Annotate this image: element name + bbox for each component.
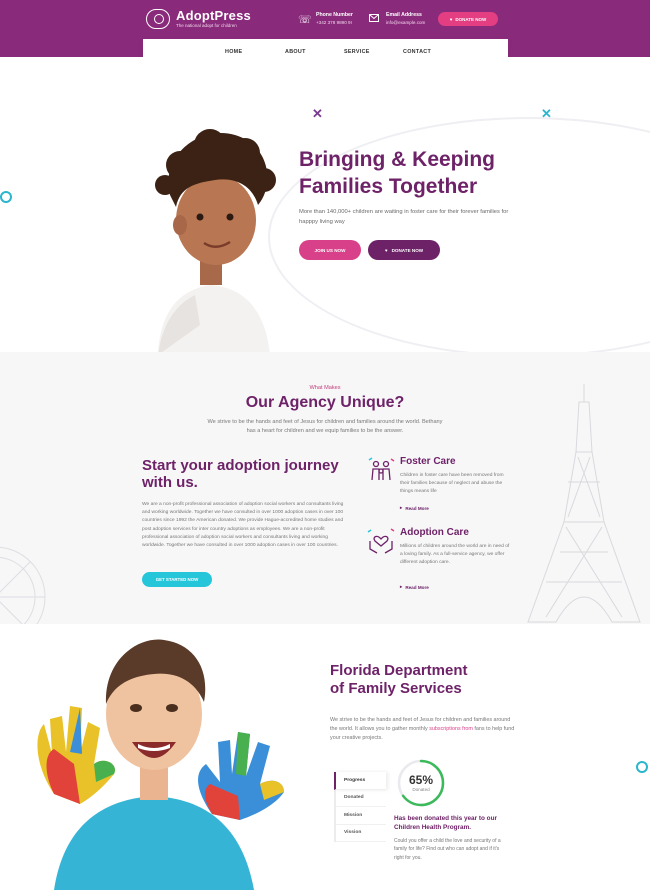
- family-icon: [368, 457, 395, 481]
- cross-decoration-icon: ✕: [541, 106, 552, 121]
- section-title: Our Agency Unique?: [245, 394, 405, 411]
- section-subtitle: We strive to be the hands and feet of Je…: [207, 419, 443, 434]
- eiffel-tower-illustration: [527, 384, 641, 623]
- nav-contact[interactable]: CONTACT: [403, 49, 431, 55]
- ring-decoration-icon: [0, 191, 12, 203]
- play-arrow-icon: ▸: [400, 584, 403, 589]
- florida-title: Florida Department of Family Services: [330, 662, 530, 698]
- progress-value: 65%: [408, 773, 434, 787]
- get-started-button[interactable]: GET STARTED NOW: [142, 572, 212, 587]
- section-eyebrow: What Makes: [309, 385, 341, 391]
- hero-donate-button[interactable]: ♥ DONATE NOW: [368, 240, 440, 260]
- cross-decoration-icon: ✕: [312, 106, 323, 121]
- play-arrow-icon: ▸: [400, 505, 403, 510]
- read-more-label: Read More: [405, 505, 429, 511]
- agency-unique-section: What Makes Our Agency Unique? We strive …: [0, 352, 650, 624]
- tab-mission[interactable]: Mission: [336, 807, 386, 825]
- heart-icon: ♥: [384, 247, 388, 253]
- hero-title: Bringing & Keeping Families Together: [299, 146, 559, 200]
- hero-title-line2: Families Together: [299, 175, 478, 198]
- hero-description: More than 140,000+ children are waiting …: [299, 209, 509, 225]
- donate-now-button[interactable]: ♥ DONATE NOW: [438, 12, 498, 26]
- email-label: Email Address: [386, 12, 422, 18]
- info-tabs: Progress Donated Mission Vission: [334, 772, 386, 842]
- ring-decoration-icon: [636, 761, 648, 773]
- email-value: info@example.com: [386, 20, 426, 25]
- feature-foster-care: Foster Care Children in foster care have…: [362, 456, 512, 516]
- hero-section: ✕ ✕ Bringing & Keeping Families Together…: [0, 57, 650, 352]
- phone-value: +342 378 9890 9I: [316, 20, 352, 25]
- child-painted-hands-image: [37, 639, 284, 890]
- tab-donated[interactable]: Donated: [336, 790, 386, 807]
- ferris-wheel-illustration: [0, 546, 46, 624]
- adoption-journey-title: Start your adoption journey with us.: [142, 457, 339, 491]
- hero-title-line1: Bringing & Keeping: [299, 148, 495, 171]
- feature-body: Millions of children around the world ar…: [400, 544, 510, 566]
- hero-child-image: [155, 129, 276, 352]
- tab-progress[interactable]: Progress: [334, 772, 386, 790]
- read-more-link[interactable]: ▸ Read More: [400, 584, 429, 590]
- email-icon: [368, 13, 380, 25]
- florida-title-line2: of Family Services: [330, 680, 462, 697]
- donated-title: Has been donated this year to our Childr…: [394, 815, 497, 831]
- donated-body: Could you offer a child the love and sec…: [394, 838, 501, 861]
- feature-body: Children in foster care have been remove…: [400, 473, 504, 495]
- nav-service[interactable]: SERVICE: [344, 49, 370, 55]
- tab-vission[interactable]: Vission: [336, 825, 386, 842]
- read-more-label: Read More: [405, 584, 429, 590]
- logo-name: AdoptPress: [176, 8, 251, 23]
- phone-label: Phone Number: [316, 12, 353, 18]
- feature-title: Adoption Care: [400, 527, 469, 538]
- nav-home[interactable]: HOME: [225, 49, 242, 55]
- logo-icon: [146, 9, 170, 29]
- hero-donate-label: DONATE NOW: [391, 247, 424, 253]
- florida-section: Florida Department of Family Services We…: [0, 624, 650, 890]
- florida-title-line1: Florida Department: [330, 662, 468, 679]
- feature-title: Foster Care: [400, 456, 456, 467]
- phone-icon: ☏: [298, 13, 312, 26]
- adoption-journey-body: We are a non-profit professional associa…: [142, 502, 344, 549]
- logo-tagline: The national adopt for children: [176, 23, 237, 28]
- email-contact[interactable]: Email Address info@example.com: [368, 12, 425, 26]
- hands-heart-icon: [367, 528, 395, 554]
- donate-now-label: DONATE NOW: [455, 16, 487, 22]
- phone-contact[interactable]: ☏ Phone Number +342 378 9890 9I: [298, 12, 353, 26]
- progress-label: Donated: [412, 787, 430, 792]
- florida-body: We strive to be the hands and feet of Je…: [330, 716, 516, 743]
- read-more-link[interactable]: ▸ Read More: [400, 505, 429, 511]
- nav-about[interactable]: ABOUT: [285, 49, 306, 55]
- heart-icon: ♥: [449, 16, 453, 22]
- logo[interactable]: AdoptPress The national adopt for childr…: [146, 9, 251, 29]
- feature-adoption-care: Adoption Care Millions of children aroun…: [362, 527, 512, 590]
- subscriptions-link[interactable]: subscriptions from: [429, 726, 473, 732]
- join-us-button[interactable]: JOIN US NOW: [299, 240, 361, 260]
